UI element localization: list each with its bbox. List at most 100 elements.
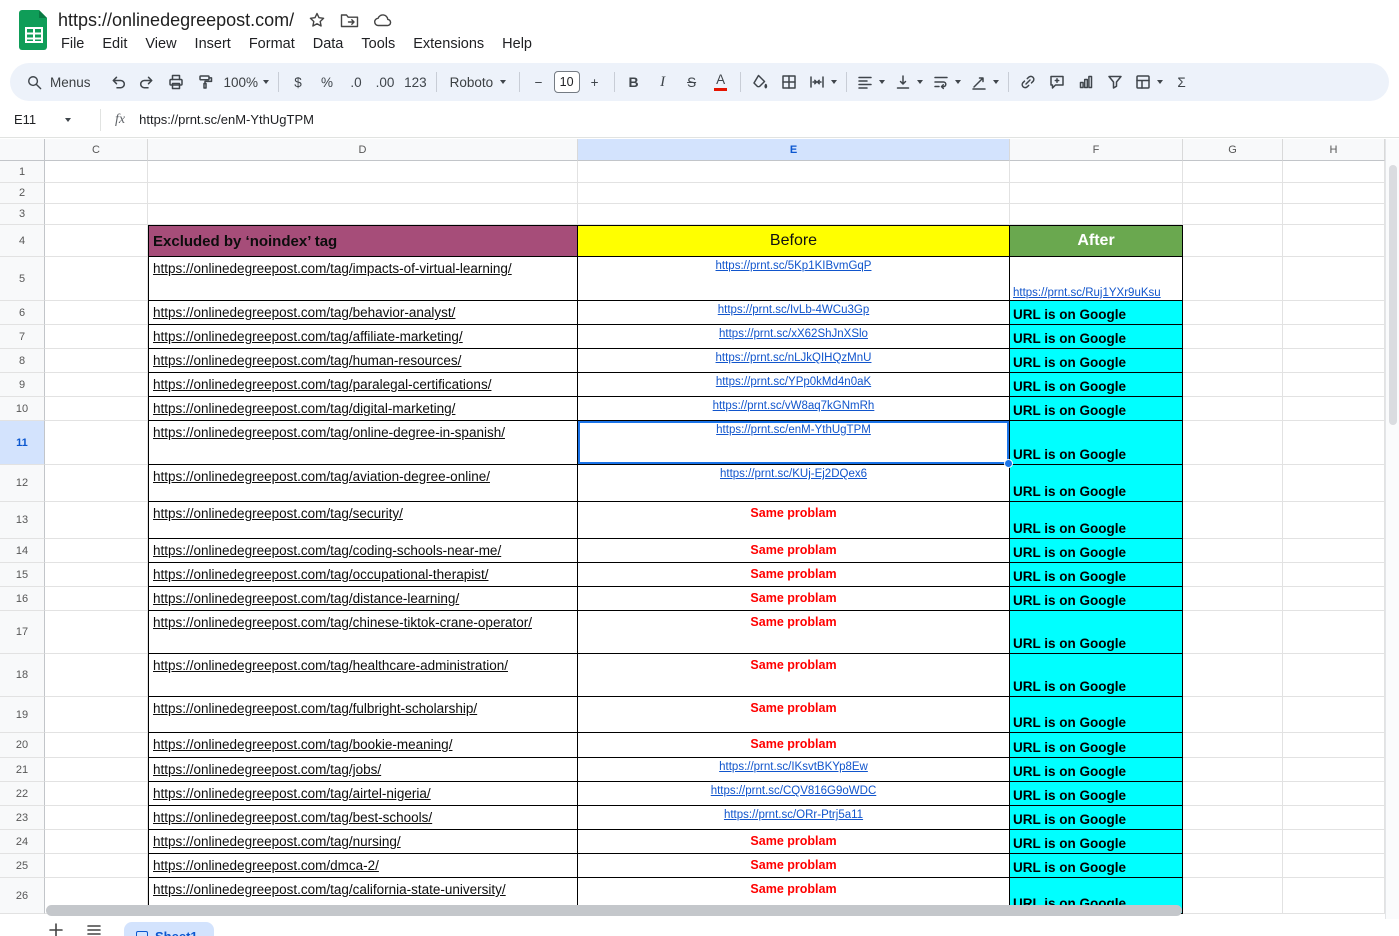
cell-G23[interactable] <box>1183 806 1283 830</box>
cell-G2[interactable] <box>1183 183 1283 204</box>
row-header-21[interactable]: 21 <box>0 758 45 782</box>
cell-D8[interactable]: https://onlinedegreepost.com/tag/human-r… <box>148 349 578 373</box>
cell-H6[interactable] <box>1283 301 1385 325</box>
row-header-23[interactable]: 23 <box>0 806 45 830</box>
row-header-6[interactable]: 6 <box>0 301 45 325</box>
cell-C1[interactable] <box>45 161 148 183</box>
cell-D4[interactable]: Excluded by ‘noindex’ tag <box>148 225 578 257</box>
row-header-10[interactable]: 10 <box>0 397 45 421</box>
cell-H9[interactable] <box>1283 373 1385 397</box>
cell-C4[interactable] <box>45 225 148 257</box>
table-views-button[interactable] <box>1130 68 1167 96</box>
cell-E13[interactable]: Same problam <box>578 502 1010 539</box>
cell-H23[interactable] <box>1283 806 1385 830</box>
cell-G10[interactable] <box>1183 397 1283 421</box>
cell-E5[interactable]: https://prnt.sc/5Kp1KIBvmGqP <box>578 257 1010 301</box>
cell-E2[interactable] <box>578 183 1010 204</box>
cell-G21[interactable] <box>1183 758 1283 782</box>
cell-G17[interactable] <box>1183 611 1283 654</box>
cell-F4[interactable]: After <box>1010 225 1183 257</box>
formula-input[interactable]: https://prnt.sc/enM-YthUgTPM <box>139 112 1399 127</box>
insert-comment-button[interactable] <box>1043 68 1071 96</box>
menu-tools[interactable]: Tools <box>352 33 404 55</box>
cell-D19[interactable]: https://onlinedegreepost.com/tag/fulbrig… <box>148 697 578 733</box>
column-header-F[interactable]: F <box>1010 139 1183 161</box>
vertical-scrollbar-thumb[interactable] <box>1389 165 1397 425</box>
cell-D7[interactable]: https://onlinedegreepost.com/tag/affilia… <box>148 325 578 349</box>
insert-link-button[interactable] <box>1014 68 1042 96</box>
cell-C3[interactable] <box>45 204 148 225</box>
column-header-D[interactable]: D <box>148 139 578 161</box>
menu-data[interactable]: Data <box>304 33 353 55</box>
document-title[interactable]: https://onlinedegreepost.com/ <box>58 10 294 31</box>
cell-F14[interactable]: URL is on Google <box>1010 539 1183 563</box>
cell-D20[interactable]: https://onlinedegreepost.com/tag/bookie-… <box>148 733 578 758</box>
row-header-18[interactable]: 18 <box>0 654 45 697</box>
cell-F22[interactable]: URL is on Google <box>1010 782 1183 806</box>
italic-button[interactable]: I <box>649 68 677 96</box>
column-header-C[interactable]: C <box>45 139 148 161</box>
cell-E18[interactable]: Same problam <box>578 654 1010 697</box>
horizontal-scrollbar-thumb[interactable] <box>46 905 1182 916</box>
sheet-tab[interactable]: Sheet1 <box>124 922 214 936</box>
decrease-font-size-button[interactable]: − <box>525 68 553 96</box>
cell-G22[interactable] <box>1183 782 1283 806</box>
cell-H26[interactable] <box>1283 878 1385 914</box>
cell-D16[interactable]: https://onlinedegreepost.com/tag/distanc… <box>148 587 578 611</box>
cell-C16[interactable] <box>45 587 148 611</box>
more-formats-button[interactable]: 123 <box>400 68 431 96</box>
menu-view[interactable]: View <box>136 33 185 55</box>
cell-H3[interactable] <box>1283 204 1385 225</box>
cell-D21[interactable]: https://onlinedegreepost.com/tag/jobs/ <box>148 758 578 782</box>
column-header-G[interactable]: G <box>1183 139 1283 161</box>
cell-C25[interactable] <box>45 854 148 878</box>
row-header-5[interactable]: 5 <box>0 257 45 301</box>
cell-G15[interactable] <box>1183 563 1283 587</box>
cell-E23[interactable]: https://prnt.sc/ORr-Ptrj5a11 <box>578 806 1010 830</box>
cell-F13[interactable]: URL is on Google <box>1010 502 1183 539</box>
row-header-17[interactable]: 17 <box>0 611 45 654</box>
row-header-9[interactable]: 9 <box>0 373 45 397</box>
cell-C11[interactable] <box>45 421 148 465</box>
cell-E11[interactable]: https://prnt.sc/enM-YthUgTPM <box>578 421 1010 465</box>
cell-E6[interactable]: https://prnt.sc/IvLb-4WCu3Gp <box>578 301 1010 325</box>
menu-edit[interactable]: Edit <box>93 33 136 55</box>
vertical-scrollbar[interactable] <box>1385 139 1399 936</box>
font-selector[interactable]: Roboto <box>442 68 514 96</box>
cell-F11[interactable]: URL is on Google <box>1010 421 1183 465</box>
cell-G13[interactable] <box>1183 502 1283 539</box>
cell-C12[interactable] <box>45 465 148 502</box>
column-header-E[interactable]: E <box>578 139 1010 161</box>
cell-H4[interactable] <box>1283 225 1385 257</box>
cell-G16[interactable] <box>1183 587 1283 611</box>
cell-E19[interactable]: Same problam <box>578 697 1010 733</box>
cell-H5[interactable] <box>1283 257 1385 301</box>
cell-D18[interactable]: https://onlinedegreepost.com/tag/healthc… <box>148 654 578 697</box>
functions-button[interactable]: Σ <box>1168 68 1196 96</box>
menu-extensions[interactable]: Extensions <box>404 33 493 55</box>
cell-G20[interactable] <box>1183 733 1283 758</box>
increase-decimal-button[interactable]: .00 <box>371 68 399 96</box>
cell-C13[interactable] <box>45 502 148 539</box>
insert-chart-button[interactable] <box>1072 68 1100 96</box>
cell-E9[interactable]: https://prnt.sc/YPp0kMd4n0aK <box>578 373 1010 397</box>
cell-D5[interactable]: https://onlinedegreepost.com/tag/impacts… <box>148 257 578 301</box>
cell-D10[interactable]: https://onlinedegreepost.com/tag/digital… <box>148 397 578 421</box>
cell-H8[interactable] <box>1283 349 1385 373</box>
zoom-selector[interactable]: 100% <box>220 68 274 96</box>
cell-E21[interactable]: https://prnt.sc/IKsvtBKYp8Ew <box>578 758 1010 782</box>
select-all-corner[interactable] <box>0 139 45 161</box>
cell-H11[interactable] <box>1283 421 1385 465</box>
cell-G19[interactable] <box>1183 697 1283 733</box>
bold-button[interactable]: B <box>620 68 648 96</box>
cell-C21[interactable] <box>45 758 148 782</box>
cell-C17[interactable] <box>45 611 148 654</box>
menu-format[interactable]: Format <box>240 33 304 55</box>
cell-G25[interactable] <box>1183 854 1283 878</box>
text-color-button[interactable]: A <box>707 68 735 96</box>
strikethrough-button[interactable]: S <box>678 68 706 96</box>
cell-F3[interactable] <box>1010 204 1183 225</box>
cell-C22[interactable] <box>45 782 148 806</box>
cell-H2[interactable] <box>1283 183 1385 204</box>
row-header-7[interactable]: 7 <box>0 325 45 349</box>
